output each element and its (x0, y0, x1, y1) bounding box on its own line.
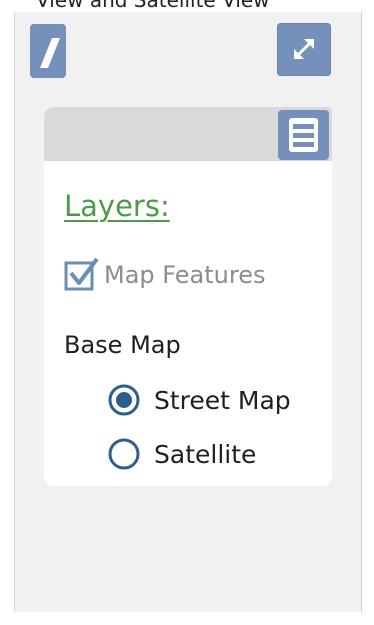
page: View and Satellite View Layers: Map Feat… (0, 0, 374, 625)
expand-button[interactable] (277, 23, 331, 76)
edit-tool-button[interactable] (30, 24, 66, 78)
radio-selected-icon[interactable] (108, 384, 140, 416)
layers-title[interactable]: Layers: (64, 189, 170, 223)
map-features-toggle[interactable]: Map Features (64, 255, 265, 295)
radio-satellite[interactable]: Satellite (108, 434, 256, 474)
radio-unselected-icon[interactable] (108, 438, 140, 470)
hamburger-menu-icon (289, 118, 318, 152)
base-map-label: Base Map (64, 331, 181, 359)
satellite-label: Satellite (154, 439, 257, 469)
expand-arrows-icon (294, 39, 314, 59)
checkbox-checked-icon[interactable] (64, 255, 100, 295)
menu-button[interactable] (278, 110, 329, 160)
panel-bottom-gap (14, 612, 360, 625)
pencil-icon (40, 38, 60, 68)
radio-street-map[interactable]: Street Map (108, 380, 291, 420)
layers-card: Layers: Map Features Base Map Street Map (44, 161, 332, 486)
layers-panel-header (44, 107, 332, 161)
street-map-label: Street Map (154, 385, 291, 415)
map-features-label: Map Features (104, 261, 266, 289)
caption-text: View and Satellite View (36, 0, 270, 12)
